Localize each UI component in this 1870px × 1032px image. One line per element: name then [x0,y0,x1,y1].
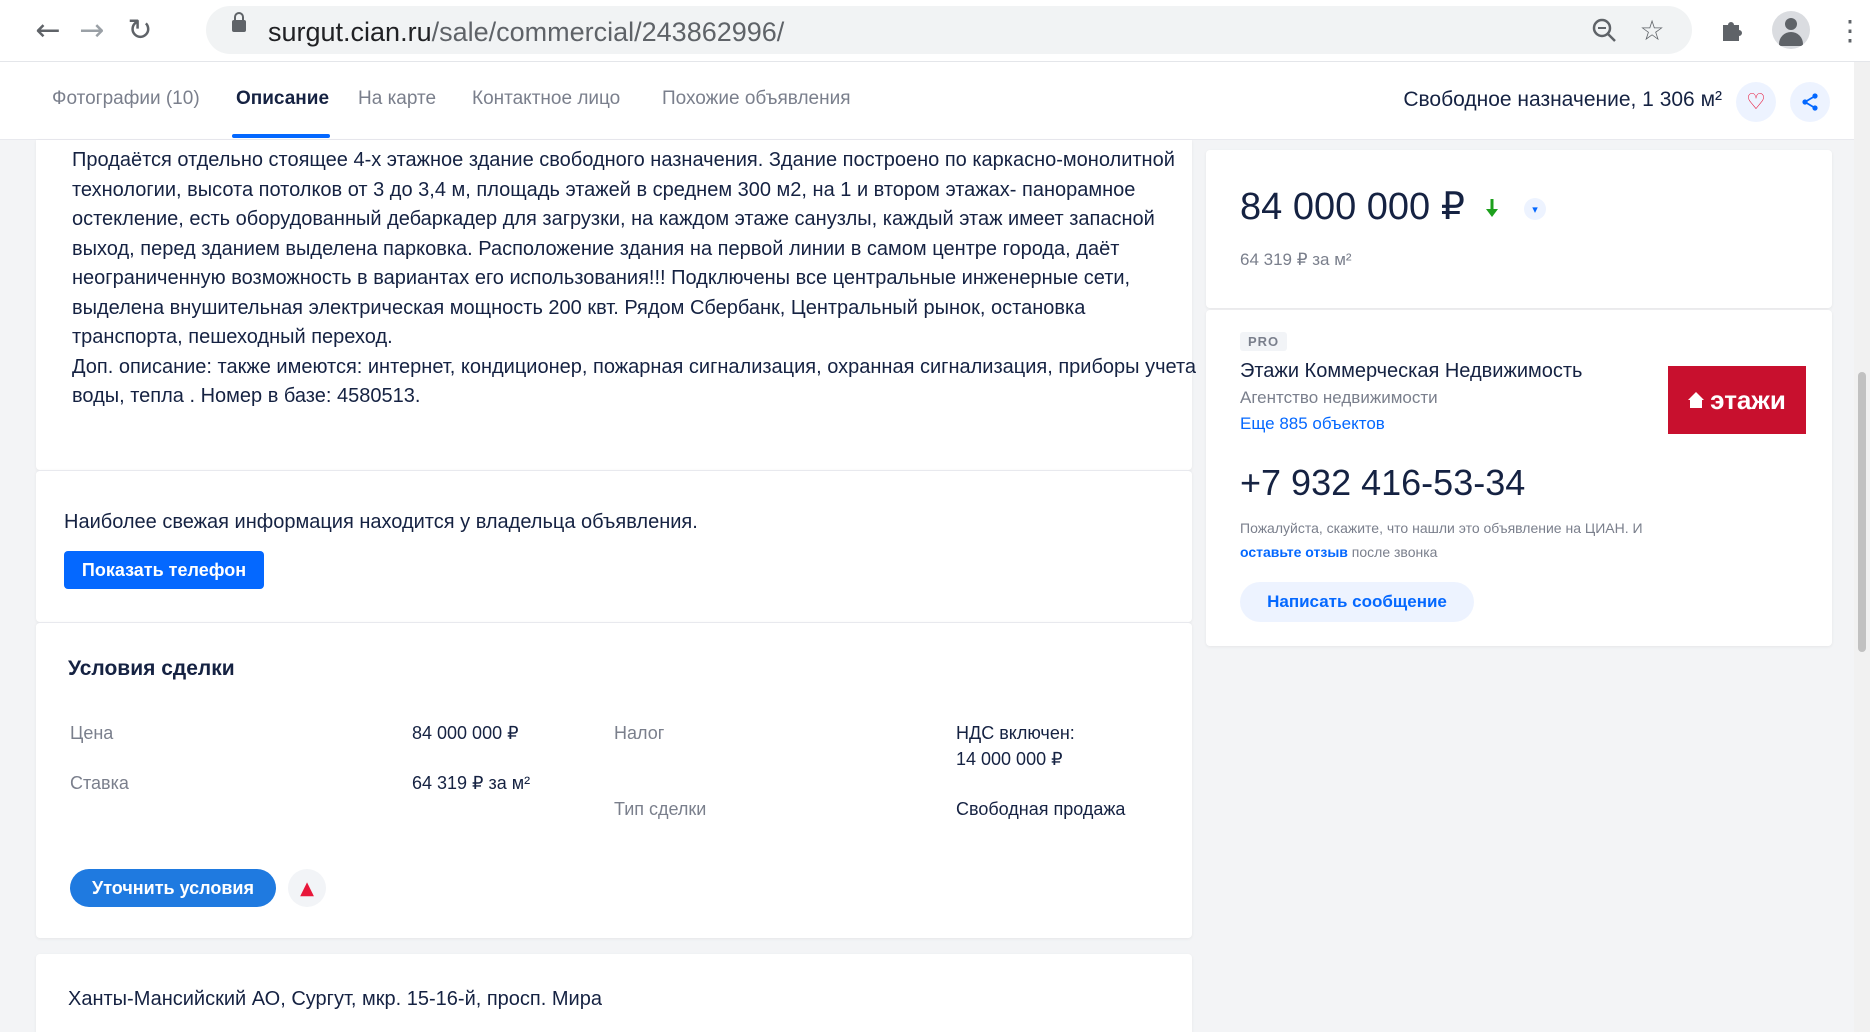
owner-info-card: Наиболее свежая информация находится у в… [36,470,1192,622]
agency-logo[interactable]: этажи [1668,366,1806,434]
favorite-heart-icon[interactable]: ♡ [1736,82,1776,122]
description-card: Продаётся отдельно стоящее 4-х этажное з… [36,140,1196,470]
section-tabbar: Фотографии (10) Описание На карте Контак… [0,62,1870,140]
scrollbar-thumb[interactable] [1858,372,1866,652]
forward-arrow-icon[interactable]: → [72,10,112,50]
deal-tax-value-line1: НДС включен: [956,723,1075,743]
extensions-puzzle-icon[interactable] [1712,10,1752,50]
show-phone-button[interactable]: Показать телефон [64,551,264,589]
deal-tax-label: Налог [614,723,665,743]
address-card: Ханты-Мансийский АО, Сургут, мкр. 15-16-… [36,954,1192,1032]
bookmark-star-icon[interactable]: ☆ [1634,12,1670,48]
address-bar[interactable]: surgut.cian.ru/sale/commercial/243862996… [206,6,1692,54]
header-summary: Свободное назначение, 1 306 м² [1403,88,1722,111]
description-main: Продаётся отдельно стоящее 4-х этажное з… [72,149,1175,348]
agent-card: PRO Этажи Коммерческая Недвижимость Аген… [1206,310,1832,646]
price-down-arrow-icon [1486,199,1498,217]
price-per-meter: 64 319 ₽ за м² [1240,250,1352,269]
tab-similar[interactable]: Похожие объявления [662,88,851,110]
deal-tax-value-line2: 14 000 000 ₽ [956,749,1063,769]
share-icon[interactable] [1790,82,1830,122]
agency-name[interactable]: Этажи Коммерческая Недвижимость [1240,360,1582,383]
tab-map[interactable]: На карте [358,88,436,110]
deal-type-value: Свободная продажа [956,799,1126,819]
phone-note: Пожалуйста, скажите, что нашли это объяв… [1240,520,1643,560]
description-text: Продаётся отдельно стоящее 4-х этажное з… [72,146,1196,412]
pro-badge: PRO [1240,332,1288,351]
profile-avatar-icon[interactable] [1772,11,1810,49]
tab-photos[interactable]: Фотографии (10) [52,88,200,110]
back-arrow-icon[interactable]: ← [28,10,68,50]
write-message-button[interactable]: Написать сообщение [1240,582,1474,622]
zoom-icon[interactable] [1586,12,1622,48]
description-extra: Доп. описание: также имеются: интернет, … [72,355,1197,408]
url-text: surgut.cian.ru/sale/commercial/243862996… [268,17,785,47]
price-value: 84 000 000 ₽ [1240,186,1465,228]
page-scrollbar[interactable] [1854,62,1870,1032]
agency-type: Агентство недвижимости [1240,388,1438,407]
deal-rate-value: 64 319 ₽ за м² [412,773,531,793]
owner-info-text: Наиболее свежая информация находится у в… [64,511,698,533]
clarify-conditions-button[interactable]: Уточнить условия [70,869,276,907]
address-text: Ханты-Мансийский АО, Сургут, мкр. 15-16-… [68,988,602,1010]
menu-kebab-icon[interactable]: ⋮ [1830,10,1870,50]
lock-icon [232,12,246,32]
agent-phone[interactable]: +7 932 416-53-34 [1240,462,1525,504]
agency-more-link[interactable]: Еще 885 объектов [1240,414,1385,434]
deal-price-value: 84 000 000 ₽ [412,723,519,743]
deal-type-label: Тип сделки [614,799,707,819]
house-icon [1688,392,1705,408]
deal-conditions-card: Условия сделки Цена 84 000 000 ₽ Ставка … [36,622,1192,938]
tab-description[interactable]: Описание [236,88,329,110]
reload-icon[interactable]: ↻ [120,10,160,50]
tab-contact[interactable]: Контактное лицо [472,88,620,110]
leave-review-link[interactable]: оставьте отзыв [1240,544,1348,560]
price-history-chevron-icon[interactable]: ▾ [1524,198,1546,220]
deal-rate-label: Ставка [70,773,129,793]
deal-title: Условия сделки [68,657,235,680]
active-tab-indicator [232,134,330,138]
report-warning-icon[interactable]: ▲ [288,869,326,907]
price-card: 84 000 000 ₽ ▾ 64 319 ₽ за м² [1206,150,1832,308]
browser-toolbar: ← → ↻ surgut.cian.ru/sale/commercial/243… [0,0,1870,62]
agency-logo-text: этажи [1710,384,1786,415]
deal-price-label: Цена [70,723,114,743]
